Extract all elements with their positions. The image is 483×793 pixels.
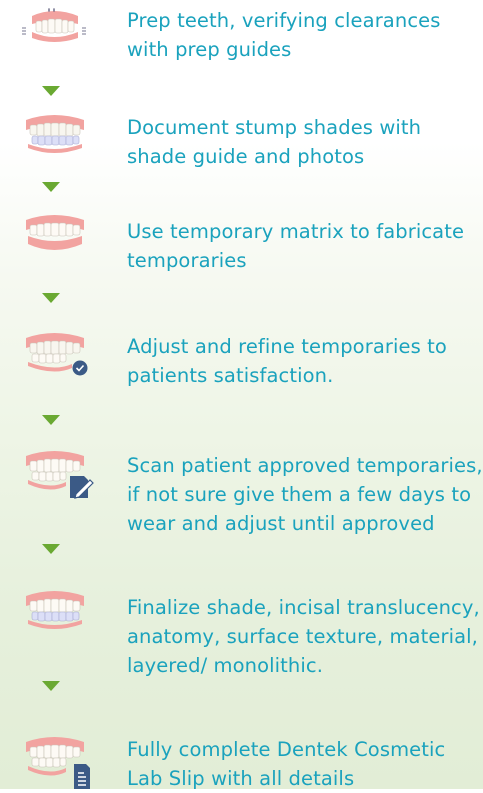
teeth-finalize-icon [20,590,90,636]
step-text: Document stump shades with shade guide a… [127,116,422,168]
step-text: Prep teeth, verifying clearances with pr… [127,9,441,61]
arrow-down-icon [42,681,60,691]
teeth-scan-edit-icon [20,448,94,499]
teeth-temporaries-icon [20,212,90,258]
step-text: Fully complete Dentek Cosmetic Lab Slip … [127,738,446,790]
arrow-down-icon [42,182,60,192]
step-text: Use temporary matrix to fabricate tempor… [127,220,465,272]
arrow-down-icon [42,544,60,554]
arrow-down-icon [42,293,60,303]
teeth-with-prep-guides-icon [20,6,90,52]
step-text: Finalize shade, incisal translucency, an… [127,596,480,677]
step-text: Scan patient approved temporaries, if no… [127,454,483,535]
teeth-shaded-stumps-icon [20,112,90,158]
teeth-lab-slip-icon [20,734,90,789]
teeth-check-icon [20,330,90,376]
step-text: Adjust and refine temporaries to patient… [127,335,447,387]
arrow-down-icon [42,86,60,96]
arrow-down-icon [42,415,60,425]
